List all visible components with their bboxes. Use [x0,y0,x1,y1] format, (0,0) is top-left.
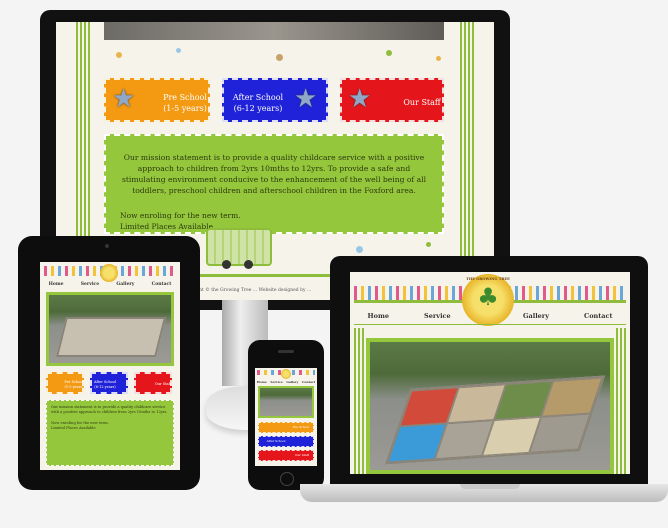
nav-contact[interactable]: Contact [302,380,315,384]
sensory-tray [384,375,606,465]
hero-photo [258,386,314,418]
tile-title: Our Staff [295,453,309,457]
tile-title: After School [232,93,284,102]
phone-nav: Home Service Gallery Contact [255,380,317,384]
nav-service[interactable]: Service [424,312,451,320]
phone-speaker [278,350,294,353]
decor-dot [426,242,431,247]
star-badge-icon: ★ [112,84,136,114]
decorative-border-right [616,328,626,474]
bus-wheel [244,260,253,269]
hero-photo [366,338,614,474]
nav-service[interactable]: Service [270,380,282,384]
logo [100,264,118,282]
nav-home[interactable]: Home [49,282,64,287]
enrol-line-1: Now enroling for the new term. [120,211,241,220]
tablet-screen: Home Service Gallery Contact Pre School … [40,262,180,470]
mission-text: Our mission statement is to provide a qu… [121,153,427,195]
phone-screen: Home Service Gallery Contact Pre School … [255,368,317,466]
mission-text: Our mission statement is to provide a qu… [51,405,168,414]
tile-pre-school[interactable]: ★ Pre School (1-5 years) [104,78,210,122]
nav-contact[interactable]: Contact [152,282,172,287]
tablet-nav: Home Service Gallery Contact [40,282,180,287]
laptop-nav: Home Service . Gallery Contact [350,312,630,320]
star-badge-icon: ★ [294,84,318,114]
tablet-camera [105,244,109,248]
tile-our-staff[interactable]: ★ Our Staff [340,78,444,122]
nav-home[interactable]: Home [257,380,267,384]
nav-service[interactable]: Service [81,282,99,287]
tile-title: After School [266,439,286,443]
decorative-border-left [354,328,364,474]
tile-after-school[interactable]: After School (6-12 years) [90,372,128,394]
decor-dot [436,56,441,61]
logo-text: THE GROWING TREE [466,277,510,281]
tile-after-school[interactable]: After School (6-12 years) ★ [222,78,328,122]
laptop-notch [460,484,520,489]
enrol-line-2: Limited Places Available [51,426,96,430]
tile-title: Our Staff [403,98,441,107]
tile-our-staff[interactable]: Our Staff [258,450,314,461]
nav-home[interactable]: Home [368,312,390,320]
decor-dot [386,50,392,56]
tile-pre-school[interactable]: Pre School (1-5 years) [46,372,84,394]
decor-dot [176,48,181,53]
tile-title: Pre School (1-5 years) [64,380,84,389]
nav-gallery[interactable]: Gallery [286,380,298,384]
tile-subtitle: (6-12 years) [233,104,283,113]
mission-panel: Our mission statement is to provide a qu… [46,400,174,466]
decor-dot [116,52,122,58]
nav-underline [354,324,626,325]
hero-photo [46,292,174,366]
nav-gallery[interactable]: Gallery [116,282,134,287]
decor-dot [276,54,283,61]
copyright-text: copyright © the Growing Tree ... Website… [182,288,312,293]
tile-pre-school[interactable]: Pre School [258,422,314,433]
laptop-screen: ♣ THE GROWING TREE Home Service . Galler… [350,272,630,474]
tile-subtitle: (1-5 years) [163,104,207,113]
tile-after-school[interactable]: After School [258,436,314,447]
phone-home-button[interactable] [280,472,294,486]
tile-our-staff[interactable]: Our Staff [134,372,172,394]
tile-title: Pre School [163,93,207,102]
tile-title: Our Staff [154,382,172,386]
tile-title: After School (6-12 years) [94,380,116,389]
decor-dot [356,246,363,253]
tree-icon: ♣ [477,283,499,311]
bus-wheel [222,260,231,269]
tile-title: Pre School [292,425,310,429]
nav-gallery[interactable]: Gallery [523,312,549,320]
bus-illustration [206,228,272,266]
star-badge-icon: ★ [348,84,372,114]
sensory-tray [56,317,166,357]
header-photo [104,22,444,40]
nav-contact[interactable]: Contact [584,312,612,320]
logo [281,369,291,379]
